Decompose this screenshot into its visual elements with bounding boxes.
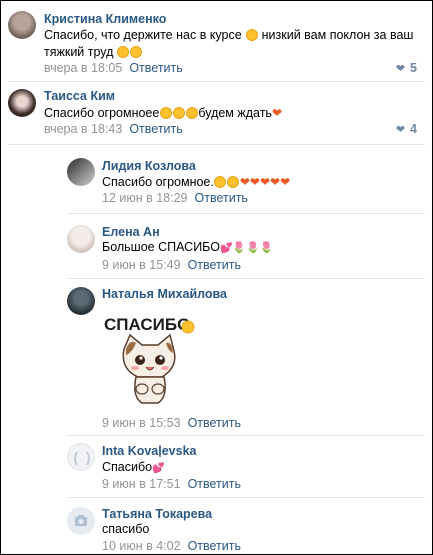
divider	[8, 144, 425, 145]
default-avatar-icon	[74, 451, 90, 466]
pink-heart-icon: 💕	[152, 463, 165, 474]
emoji-kiss-icon	[185, 107, 198, 119]
reply-text-part: Спасибо	[102, 460, 153, 474]
like-count: 5	[410, 61, 417, 75]
divider	[67, 278, 425, 279]
reply-link[interactable]: Ответить	[129, 61, 182, 75]
emoji-kiss-icon	[159, 107, 172, 119]
comment-text-part: Спасибо огромнoee	[44, 106, 160, 120]
reply-link[interactable]: Ответить	[195, 191, 248, 205]
avatar[interactable]	[8, 11, 36, 39]
reply-text: Спасибо💕	[102, 459, 165, 477]
comment-author[interactable]: Кристина Клименко	[44, 12, 166, 26]
comment-text-part: Спасибо, что держите нас в курсе	[44, 28, 242, 42]
heart-emoji-icon: ❤	[280, 175, 291, 189]
tulip-icon: 🌷	[259, 242, 274, 254]
emoji-grin-icon	[227, 176, 240, 188]
sticker-text: СПАСИБО	[104, 315, 190, 334]
reply-author[interactable]: Наталья Михайлова	[102, 287, 227, 301]
heart-icon: ❤	[395, 63, 406, 75]
avatar[interactable]	[67, 225, 95, 253]
comment-text-part: тяжкий труд	[44, 45, 114, 59]
reply-author[interactable]: Елена Ан	[102, 225, 160, 239]
avatar[interactable]	[8, 89, 36, 117]
reply-meta: 10 июн в 4:02 Ответить	[102, 539, 241, 553]
comment-meta: вчера в 18:05 Ответить	[44, 61, 183, 75]
emoji-grin-icon	[214, 176, 227, 188]
reply-text-part: Спасибо огромное.	[102, 175, 214, 189]
like-button[interactable]: ❤ 5	[396, 61, 417, 75]
tulip-icon: 🌷	[232, 242, 247, 254]
reply-author[interactable]: Татьяна Токарева	[102, 507, 212, 521]
comment-author[interactable]: Таисса Ким	[44, 89, 115, 103]
divider	[67, 213, 425, 214]
comment-meta: вчера в 18:43 Ответить	[44, 122, 183, 136]
comments-panel: Кристина Клименко Спасибо, что держите н…	[0, 0, 433, 555]
avatar[interactable]	[67, 287, 95, 315]
reply-time[interactable]: 9 июн в 15:49	[102, 258, 181, 272]
comment-text-part: будем ждать	[198, 106, 272, 120]
cat-sticker-image: СПАСИБО	[104, 315, 195, 404]
avatar[interactable]	[67, 443, 95, 471]
reply-text-part: спасибо	[102, 522, 150, 536]
reply-meta: 9 июн в 15:49 Ответить	[102, 258, 241, 272]
heart-emoji-icon: ❤	[271, 106, 283, 120]
emoji-face-icon	[245, 29, 258, 41]
divider	[67, 497, 425, 498]
divider	[67, 435, 425, 436]
reply-link[interactable]: Ответить	[129, 122, 182, 136]
heart-emoji-icon: ❤	[270, 175, 281, 189]
reply-time[interactable]: 9 июн в 15:53	[102, 416, 181, 430]
comment-time[interactable]: вчера в 18:43	[44, 122, 122, 136]
divider	[8, 81, 425, 82]
tulip-icon: 🌷	[246, 242, 260, 254]
reply-meta: 12 июн в 18:29 Ответить	[102, 191, 248, 205]
emoji-kiss-icon	[117, 46, 130, 58]
reply-link[interactable]: Ответить	[188, 477, 241, 491]
reply-link[interactable]: Ответить	[188, 539, 241, 553]
reply-text: спасибо	[102, 521, 149, 538]
reply-text-part: Большое СПАСИБО	[102, 240, 220, 254]
heart-icon: ❤	[395, 124, 406, 136]
camera-icon	[75, 515, 87, 526]
comment-text: Спасибо огромнoee будем ждать❤	[44, 105, 424, 122]
heart-emoji-icon: ❤	[249, 175, 260, 189]
heart-emoji-icon: ❤	[239, 175, 250, 189]
emoji-kiss-icon	[172, 107, 185, 119]
comment-time[interactable]: вчера в 18:05	[44, 61, 122, 75]
like-button[interactable]: ❤ 4	[396, 122, 417, 136]
reply-link[interactable]: Ответить	[188, 258, 241, 272]
avatar[interactable]	[67, 158, 95, 186]
pink-heart-icon: 💕	[219, 243, 233, 254]
reply-time[interactable]: 12 июн в 18:29	[102, 191, 188, 205]
reply-time[interactable]: 9 июн в 17:51	[102, 477, 181, 491]
avatar[interactable]	[67, 507, 95, 535]
reply-author[interactable]: Inta Kovaļevska	[102, 444, 197, 458]
comment-text: Спасибо, что держите нас в курсе низкий …	[44, 27, 424, 61]
reply-author[interactable]: Лидия Козлова	[102, 159, 196, 173]
comment-text-part: низкий вам поклон за ваш	[261, 28, 414, 42]
sticker-thanks-cat[interactable]: СПАСИБО	[102, 305, 198, 409]
reply-link[interactable]: Ответить	[188, 416, 241, 430]
reply-meta: 9 июн в 17:51 Ответить	[102, 477, 241, 491]
reply-meta: 9 июн в 15:53 Ответить	[102, 416, 241, 430]
reply-time[interactable]: 10 июн в 4:02	[102, 539, 181, 553]
reply-text: Большое СПАСИБО💕🌷🌷🌷	[102, 239, 274, 257]
heart-emoji-icon: ❤	[259, 175, 271, 189]
like-count: 4	[410, 122, 417, 136]
reply-text: Спасибо огромное. ❤❤❤❤❤	[102, 174, 290, 191]
emoji-kiss-icon	[130, 46, 143, 58]
